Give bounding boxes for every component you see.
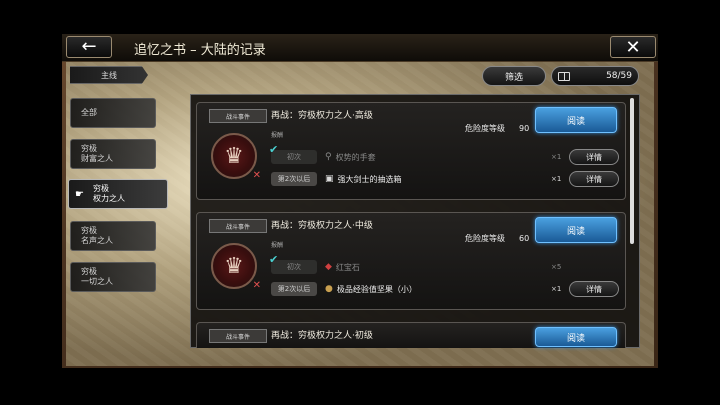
read-button[interactable]: 阅读	[535, 327, 617, 347]
sidebar-item-everything[interactable]: 穷极 一切之人	[70, 262, 156, 292]
event-title: 再战：穷极权力之人·高级	[271, 111, 373, 121]
sidebar-item-label: 穷极	[81, 267, 97, 277]
sidebar-item-all[interactable]: 全部	[70, 98, 156, 128]
check-icon: ✔	[269, 143, 279, 156]
main-story-tab[interactable]: 主线	[70, 66, 148, 84]
sidebar-item-fame[interactable]: 穷极 名声之人	[70, 221, 156, 251]
sidebar-item-sublabel: 名声之人	[81, 236, 113, 245]
book-icon	[558, 71, 570, 81]
danger-level: 危险度等级 60	[465, 234, 530, 243]
scrollbar[interactable]	[630, 98, 634, 244]
ruby-icon: ◆	[325, 262, 332, 272]
pointing-hand-icon: ☛	[75, 189, 84, 200]
reward-label: 报酬	[271, 132, 284, 139]
arrow-left-icon: ←	[81, 36, 97, 57]
nut-icon: ●	[325, 284, 333, 294]
event-card: 战斗事件 再战：穷极权力之人·初级 阅读	[196, 322, 626, 348]
reward-row-repeat: 第2次以后 ● 极品经验值坚果（小） ×1	[271, 281, 571, 297]
sidebar-item-label: 穷极	[93, 184, 109, 194]
boss-emblem-icon: ♛ ✕	[211, 243, 261, 291]
sidebar-item-sublabel: 财富之人	[81, 154, 113, 163]
back-button[interactable]: ←	[66, 36, 112, 58]
sidebar-item-wealth[interactable]: 穷极 财富之人	[70, 139, 156, 169]
filter-button[interactable]: 筛选	[482, 66, 546, 86]
detail-button[interactable]: 详情	[569, 149, 619, 165]
chest-icon: ▣	[325, 174, 334, 184]
detail-button[interactable]: 详情	[569, 171, 619, 187]
close-icon: ✕	[625, 36, 641, 58]
glove-icon: ⚲	[325, 152, 332, 162]
sidebar-item-label: 全部	[81, 108, 97, 118]
sidebar-item-sublabel: 一切之人	[81, 277, 113, 286]
reward-row-first: ✔ 初次 ◆ 红宝石 ×5	[269, 253, 562, 274]
sidebar-item-label: 穷极	[81, 226, 97, 236]
sidebar-item-power[interactable]: ☛ 穷极 权力之人	[68, 179, 168, 209]
reward-row-first: ✔ 初次 ⚲ 权势的手套 ×1	[269, 143, 562, 164]
sidebar-item-sublabel: 权力之人	[93, 194, 125, 203]
danger-level: 危险度等级 90	[465, 124, 530, 133]
event-card: 战斗事件 再战：穷极权力之人·中级 报酬 危险度等级 60 阅读 ♛ ✕ ✔ 初次 …	[196, 212, 626, 310]
reward-row-repeat: 第2次以后 ▣ 强大剑士的抽选箱 ×1	[271, 171, 571, 187]
read-button[interactable]: 阅读	[535, 217, 617, 243]
boss-emblem-icon: ♛ ✕	[211, 133, 261, 181]
event-type-tag: 战斗事件	[209, 329, 267, 343]
counter-value: 58/59	[606, 71, 632, 81]
event-card: 战斗事件 再战：穷极权力之人·高级 报酬 危险度等级 90 阅读 ♛ ✕ ✔ 初次 …	[196, 102, 626, 200]
read-button[interactable]: 阅读	[535, 107, 617, 133]
check-icon: ✔	[269, 253, 279, 266]
close-button[interactable]: ✕	[610, 36, 656, 58]
event-type-tag: 战斗事件	[209, 219, 267, 233]
event-title: 再战：穷极权力之人·初级	[271, 331, 373, 341]
collection-counter: 58/59	[551, 66, 639, 86]
sidebar-item-label: 穷极	[81, 144, 97, 154]
page-title: 追忆之书 – 大陆的记录	[134, 43, 266, 58]
reward-label: 报酬	[271, 242, 284, 249]
detail-button[interactable]: 详情	[569, 281, 619, 297]
event-title: 再战：穷极权力之人·中级	[271, 221, 373, 231]
event-type-tag: 战斗事件	[209, 109, 267, 123]
